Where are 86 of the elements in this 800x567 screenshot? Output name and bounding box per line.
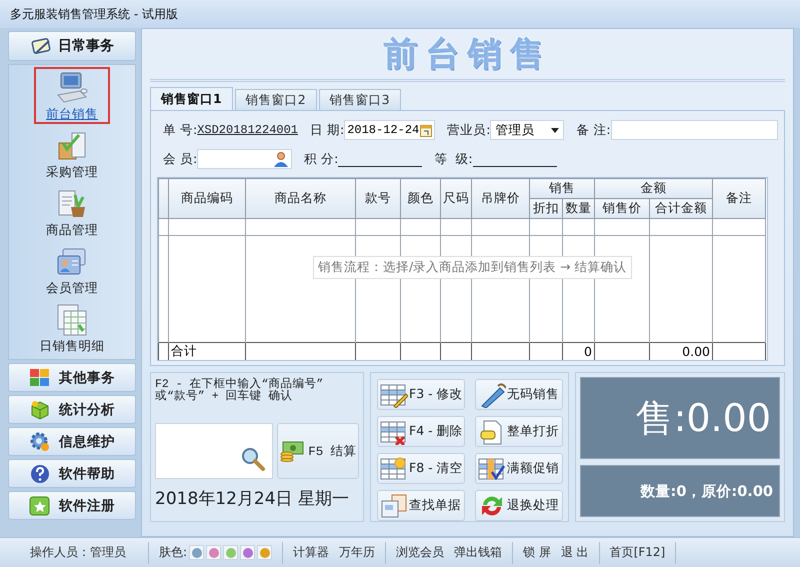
status-link[interactable]: 万年历 (339, 544, 376, 561)
action-button[interactable]: 查找单据 (377, 490, 465, 521)
field-label: 单 号: (163, 122, 198, 138)
field-label: 积 分: (304, 150, 338, 168)
tiles-icon (29, 368, 51, 388)
computer-icon (55, 71, 89, 105)
action-button[interactable]: 满额促销 (475, 453, 563, 484)
field-label: 营业员: (447, 122, 490, 138)
table-cell: 0 (562, 342, 594, 360)
grid-pencil-icon (380, 382, 408, 408)
skin-label: 肤色: (159, 544, 188, 561)
sidebar-item[interactable]: 商品管理 (34, 183, 110, 240)
documents-icon (380, 492, 408, 518)
column-header: 折扣 (530, 198, 562, 218)
column-header: 数量 (562, 198, 594, 218)
total-display: 售:0.00 (580, 377, 780, 459)
column-header: 备注 (712, 178, 766, 218)
member-field[interactable] (197, 149, 292, 169)
status-link[interactable]: 计算器 (293, 544, 330, 561)
field-label: 会 员: (163, 150, 198, 168)
row-header (158, 178, 168, 218)
column-header: 商品编码 (168, 178, 246, 218)
hint-text: 销售流程：选择/录入商品添加到销售列表 → 结算确认 (313, 256, 632, 279)
sidebar-section-button[interactable]: 信息维护 (8, 427, 136, 456)
status-link[interactable]: 弹出钱箱 (454, 544, 502, 561)
column-group-header: 金额 (594, 178, 712, 198)
action-button[interactable]: 整单打折 (475, 416, 563, 447)
sidebar-section-button[interactable]: 软件帮助 (8, 459, 136, 488)
sidebar-item[interactable]: 采购管理 (34, 125, 110, 182)
note-field[interactable] (610, 120, 778, 140)
column-header: 合计金额 (650, 198, 712, 218)
help-icon (29, 464, 51, 484)
field-label: 备 注: (576, 122, 611, 138)
salesperson-dropdown[interactable]: 管理员 (490, 120, 564, 140)
action-button[interactable]: F4 - 删除 (377, 416, 465, 447)
tab[interactable]: 销售窗口3 (318, 89, 401, 110)
status-link[interactable]: 锁 屏 (523, 544, 551, 561)
column-header: 尺码 (440, 178, 472, 218)
total-label: 合计 (168, 342, 246, 360)
column-group-header: 销售 (530, 178, 594, 198)
input-field[interactable] (155, 423, 273, 479)
caret-icon (551, 128, 560, 132)
column-header: 款号 (356, 178, 400, 218)
operator-text: 操作人员：管理员 (30, 544, 126, 561)
status-link[interactable]: 首页[F12] (610, 544, 666, 561)
person-icon (273, 151, 290, 167)
spreadsheet-icon (55, 303, 89, 337)
grid-check-icon (478, 456, 506, 482)
tab[interactable]: 销售窗口1 (150, 87, 233, 110)
action-button[interactable]: F8 - 清空 (377, 453, 465, 484)
sidebar-section-button[interactable]: 软件注册 (8, 491, 136, 520)
calendar-icon (420, 124, 432, 136)
magnifier-icon (240, 446, 266, 472)
checkout-button[interactable]: F5 结算 (277, 423, 359, 479)
action-button[interactable]: 退换处理 (475, 490, 563, 521)
column-header: 吊牌价 (472, 178, 530, 218)
tab[interactable]: 销售窗口2 (234, 89, 317, 110)
column-header: 颜色 (400, 178, 440, 218)
status-link[interactable]: 退 出 (560, 544, 589, 561)
sidebar-section-button[interactable]: 统计分析 (8, 395, 136, 424)
summary-display: 数量:0，原价:0.00 (580, 465, 780, 517)
status-link[interactable]: 浏览会员 (396, 544, 444, 561)
sidebar-item[interactable]: 日销售明细 (34, 299, 110, 356)
column-header: 商品名称 (246, 178, 356, 218)
column-header: 销售价 (594, 198, 650, 218)
grid-sun-icon (380, 456, 408, 482)
sidebar-header[interactable]: 日常事务 (8, 31, 136, 61)
gear-icon (29, 432, 51, 452)
action-button[interactable]: F3 - 修改 (377, 379, 465, 410)
grid-delete-icon (380, 418, 408, 444)
sidebar-item[interactable]: 会员管理 (34, 241, 110, 298)
sidebar-item[interactable]: 前台销售 (34, 67, 110, 124)
table-cell: 0.00 (650, 342, 712, 360)
money-icon (279, 440, 306, 462)
sidebar-section-button[interactable]: 其他事务 (8, 363, 136, 392)
window-title: 多元服装销售管理系统 - 试用版 (10, 6, 178, 22)
notepad-icon (30, 37, 52, 55)
field-label: 日 期: (310, 122, 344, 138)
date-text: 2018年12月24日 星期一 (155, 488, 349, 510)
order-number-link[interactable]: XSD20181224001 (197, 123, 298, 137)
cube-icon (29, 400, 51, 420)
field-label: 等 级: (434, 150, 473, 168)
page-title: 前台销售 (384, 33, 552, 76)
action-button[interactable]: 无码销售 (475, 379, 563, 410)
date-field[interactable]: 2018-12-24 (344, 120, 436, 140)
instruction-text: F2 - 在下框中输入“商品编号” 或“款号” + 回车键 确认 (155, 379, 324, 405)
